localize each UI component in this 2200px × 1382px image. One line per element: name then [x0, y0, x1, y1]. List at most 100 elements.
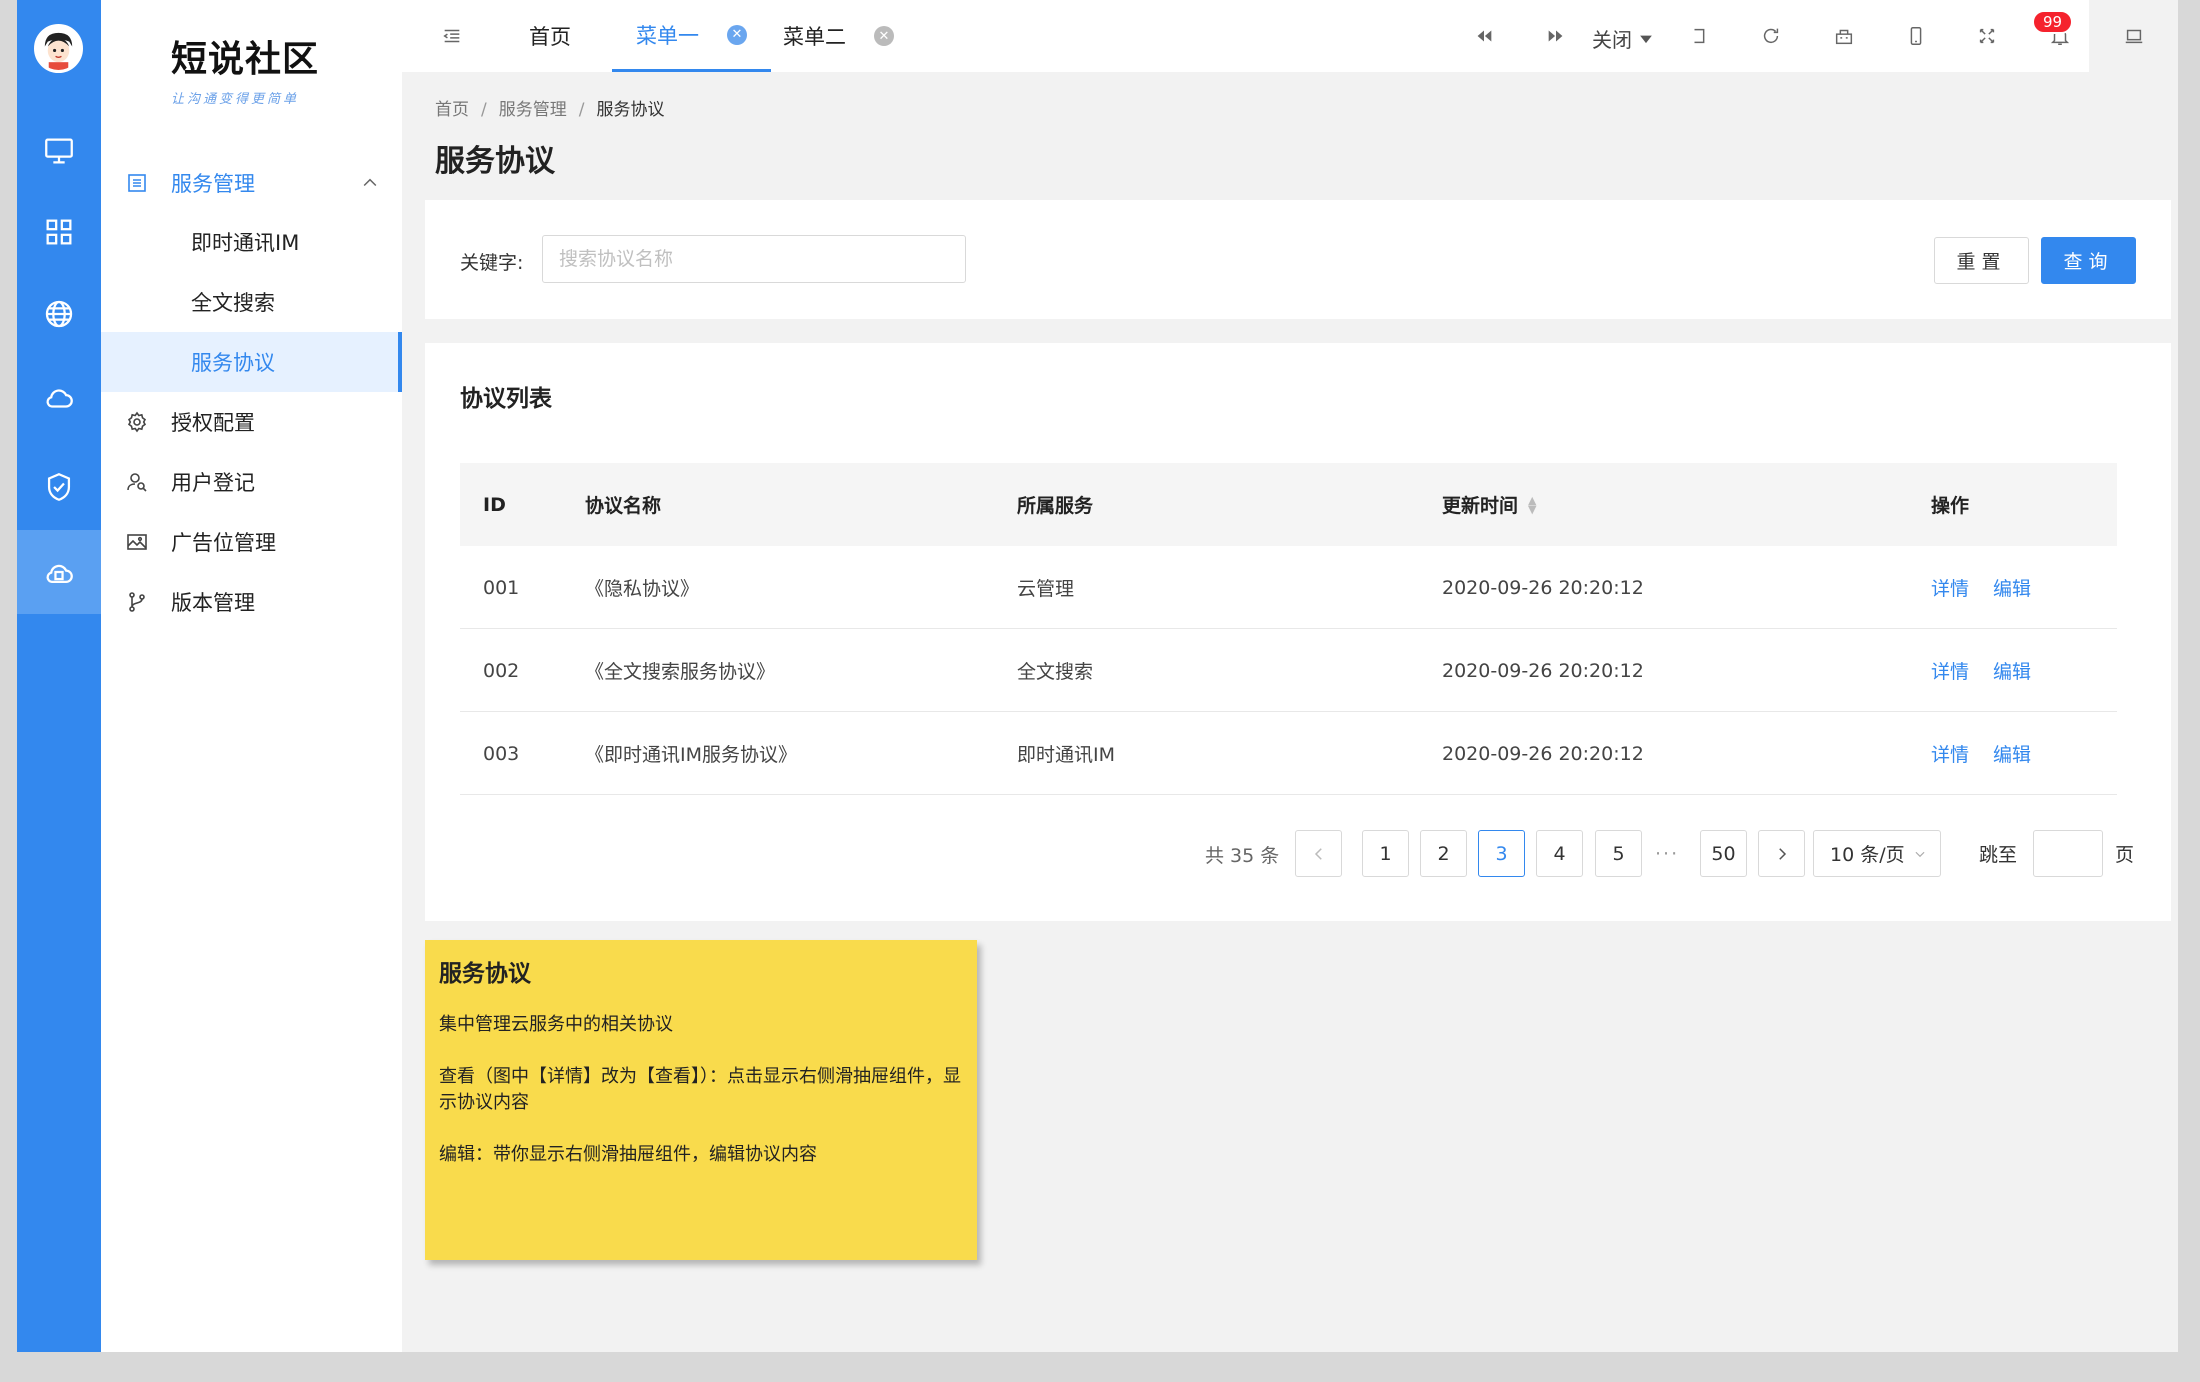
pagination-page-last[interactable]: 50 — [1700, 830, 1747, 877]
cloud-server-icon[interactable] — [17, 530, 101, 614]
refresh-icon[interactable] — [1757, 22, 1785, 50]
note-line: 查看（图中【详情】改为【查看】）：点击显示右侧滑抽屉组件，显示协议内容 — [439, 1066, 961, 1113]
pagination-next-icon[interactable] — [1758, 830, 1805, 877]
edit-link[interactable]: 编辑 — [1993, 657, 2031, 684]
breadcrumb-separator: / — [578, 100, 585, 120]
col-id: ID — [483, 493, 506, 516]
pagination-page-4[interactable]: 4 — [1536, 830, 1583, 877]
table-row: 003 《即时通讯IM服务协议》 即时通讯IM 2020-09-26 20:20… — [460, 712, 2117, 795]
cell-ops: 详情 编辑 — [1931, 546, 2055, 629]
edit-link[interactable]: 编辑 — [1993, 740, 2031, 767]
sidebar-item-label: 全文搜索 — [191, 291, 275, 315]
icon-rail — [17, 0, 101, 1352]
jump-label: 跳至 — [1979, 844, 2018, 866]
agreement-list-panel: 协议列表 ID 协议名称 所属服务 更新时间 ▲ ▼ 操作 001 《隐私协议》 云… — [425, 343, 2171, 921]
sidebar-item-version-mgmt[interactable]: 版本管理 — [101, 572, 402, 632]
sidebar-item-ad-slot[interactable]: 广告位管理 — [101, 512, 402, 572]
note-line: 编辑：带你显示右侧滑抽屉组件，编辑协议内容 — [439, 1144, 817, 1165]
breadcrumb-home[interactable]: 首页 — [435, 100, 469, 120]
pagination-prev-icon[interactable] — [1295, 830, 1342, 877]
exit-icon[interactable] — [1686, 22, 1714, 50]
breadcrumb-separator: / — [481, 100, 487, 120]
jump-page-input[interactable] — [2033, 830, 2103, 877]
pagination-page-5[interactable]: 5 — [1595, 830, 1642, 877]
chevron-up-icon — [363, 178, 377, 187]
note-title: 服务协议 — [439, 961, 531, 987]
collapse-menu-icon[interactable] — [438, 22, 466, 50]
sidebar-item-label: 服务协议 — [191, 351, 275, 375]
scroll-left-icon[interactable] — [1470, 22, 1498, 50]
pagination-page-2[interactable]: 2 — [1420, 830, 1467, 877]
pagination-page-1[interactable]: 1 — [1362, 830, 1409, 877]
reset-button[interactable]: 重置 — [1934, 237, 2029, 284]
sidebar-item-label: 广告位管理 — [171, 531, 276, 555]
app-window: 短说社区 让沟通变得更简单 服务管理 即时通讯IM 全文搜索 服务协议 授权配置… — [17, 0, 2178, 1352]
col-ops: 操作 — [1931, 495, 1970, 517]
table-row: 002 《全文搜索服务协议》 全文搜索 2020-09-26 20:20:12 … — [460, 629, 2117, 712]
sidebar-item-user-register[interactable]: 用户登记 — [101, 452, 402, 512]
grid-icon[interactable] — [17, 190, 101, 274]
gear-icon — [127, 411, 147, 433]
pagination-ellipsis[interactable]: ··· — [1655, 830, 1679, 877]
page-size-value: 10 条/页 — [1830, 844, 1905, 866]
sidebar-group-service-mgmt[interactable]: 服务管理 — [101, 153, 402, 213]
agreement-table: ID 协议名称 所属服务 更新时间 ▲ ▼ 操作 001 《隐私协议》 云管理 20… — [460, 463, 2117, 795]
cell-updated: 2020-09-26 20:20:12 — [1442, 576, 1644, 599]
detail-link[interactable]: 详情 — [1931, 657, 1969, 684]
cloud-icon[interactable] — [17, 356, 101, 440]
laptop-icon[interactable] — [2089, 0, 2178, 72]
keyword-label: 关键字: — [460, 252, 524, 274]
tab-menu-two[interactable]: 菜单二 ✕ — [783, 0, 894, 72]
tab-home[interactable]: 首页 — [529, 0, 571, 72]
sidebar-item-service-agreement[interactable]: 服务协议 — [101, 332, 402, 392]
close-tabs-dropdown[interactable]: 关闭 — [1592, 24, 1656, 53]
pagination-page-3[interactable]: 3 — [1478, 830, 1525, 877]
user-avatar[interactable] — [34, 24, 83, 73]
edit-link[interactable]: 编辑 — [1993, 574, 2031, 601]
sidebar-item-fulltext-search[interactable]: 全文搜索 — [101, 272, 402, 332]
shield-check-icon[interactable] — [17, 445, 101, 529]
detail-link[interactable]: 详情 — [1931, 574, 1969, 601]
logo-title: 短说社区 — [171, 38, 320, 80]
sidebar-group-label: 服务管理 — [171, 172, 255, 196]
mobile-icon[interactable] — [1902, 22, 1930, 50]
sidebar-item-label: 用户登记 — [171, 471, 255, 495]
cell-name: 《即时通讯IM服务协议》 — [585, 744, 797, 766]
sidebar: 短说社区 让沟通变得更简单 服务管理 即时通讯IM 全文搜索 服务协议 授权配置… — [101, 0, 402, 1352]
breadcrumb-current: 服务协议 — [596, 100, 665, 120]
tab-menu-one[interactable]: 菜单一 ✕ — [612, 0, 771, 72]
breadcrumb-section[interactable]: 服务管理 — [499, 100, 567, 120]
sidebar-item-auth-config[interactable]: 授权配置 — [101, 392, 402, 452]
monitor-icon[interactable] — [17, 109, 101, 193]
cell-name: 《隐私协议》 — [585, 578, 700, 600]
tab-close-icon[interactable]: ✕ — [727, 24, 747, 45]
col-updated-label: 更新时间 — [1442, 495, 1519, 517]
tab-close-icon[interactable]: ✕ — [874, 26, 894, 46]
col-updated[interactable]: 更新时间 ▲ ▼ — [1442, 463, 1536, 546]
query-button[interactable]: 查询 — [2041, 237, 2136, 284]
note-line: 集中管理云服务中的相关协议 — [439, 1014, 673, 1035]
logo-subtitle: 让沟通变得更简单 — [171, 92, 300, 107]
detail-link[interactable]: 详情 — [1931, 740, 1969, 767]
tab-label: 菜单一 — [636, 23, 699, 48]
sort-icon[interactable]: ▲ ▼ — [1528, 495, 1536, 515]
git-branch-icon — [129, 592, 145, 612]
building-icon[interactable] — [1830, 22, 1858, 50]
sidebar-item-im[interactable]: 即时通讯IM — [101, 212, 402, 272]
annotation-note: 服务协议 集中管理云服务中的相关协议 查看（图中【详情】改为【查看】）：点击显示… — [425, 940, 977, 1260]
cell-name: 《全文搜索服务协议》 — [585, 661, 776, 683]
notification-badge: 99 — [2032, 10, 2074, 34]
cell-updated: 2020-09-26 20:20:12 — [1442, 659, 1644, 682]
cell-service: 即时通讯IM — [1017, 744, 1115, 766]
fullscreen-icon[interactable] — [1973, 22, 2001, 50]
globe-icon[interactable] — [17, 272, 101, 356]
page-size-select[interactable]: 10 条/页 — [1813, 830, 1941, 877]
page-title: 服务协议 — [435, 144, 555, 179]
cell-service: 云管理 — [1017, 578, 1075, 600]
top-bar: 首页 菜单一 ✕ 菜单二 ✕ 关闭 99 — [402, 0, 2178, 72]
sidebar-item-label: 即时通讯IM — [191, 231, 300, 255]
list-title: 协议列表 — [460, 386, 552, 412]
sidebar-item-label: 授权配置 — [171, 411, 255, 435]
scroll-right-icon[interactable] — [1542, 22, 1570, 50]
keyword-search-input[interactable] — [542, 235, 966, 283]
